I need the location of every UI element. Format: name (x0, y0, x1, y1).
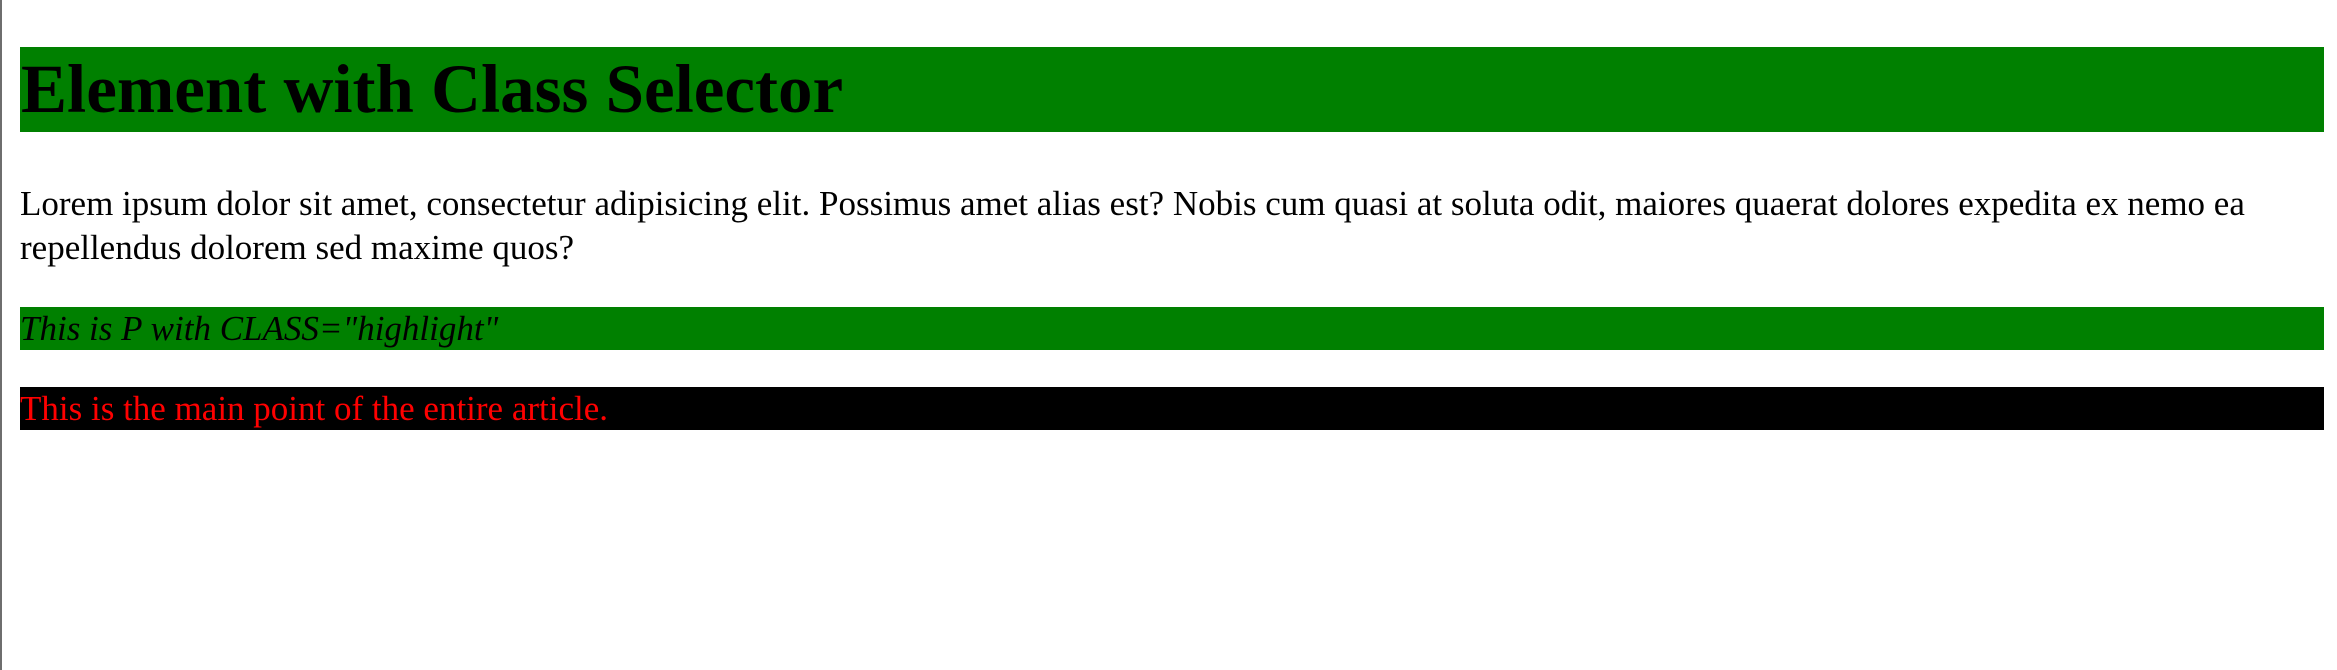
page-heading: Element with Class Selector (20, 47, 2324, 132)
main-point-paragraph: This is the main point of the entire art… (20, 387, 2324, 430)
lorem-paragraph: Lorem ipsum dolor sit amet, consectetur … (20, 184, 2245, 267)
window-left-edge (0, 0, 2, 670)
page-content: Element with Class Selector Lorem ipsum … (20, 0, 2324, 430)
highlight-paragraph: This is P with CLASS="highlight" (20, 307, 2324, 350)
